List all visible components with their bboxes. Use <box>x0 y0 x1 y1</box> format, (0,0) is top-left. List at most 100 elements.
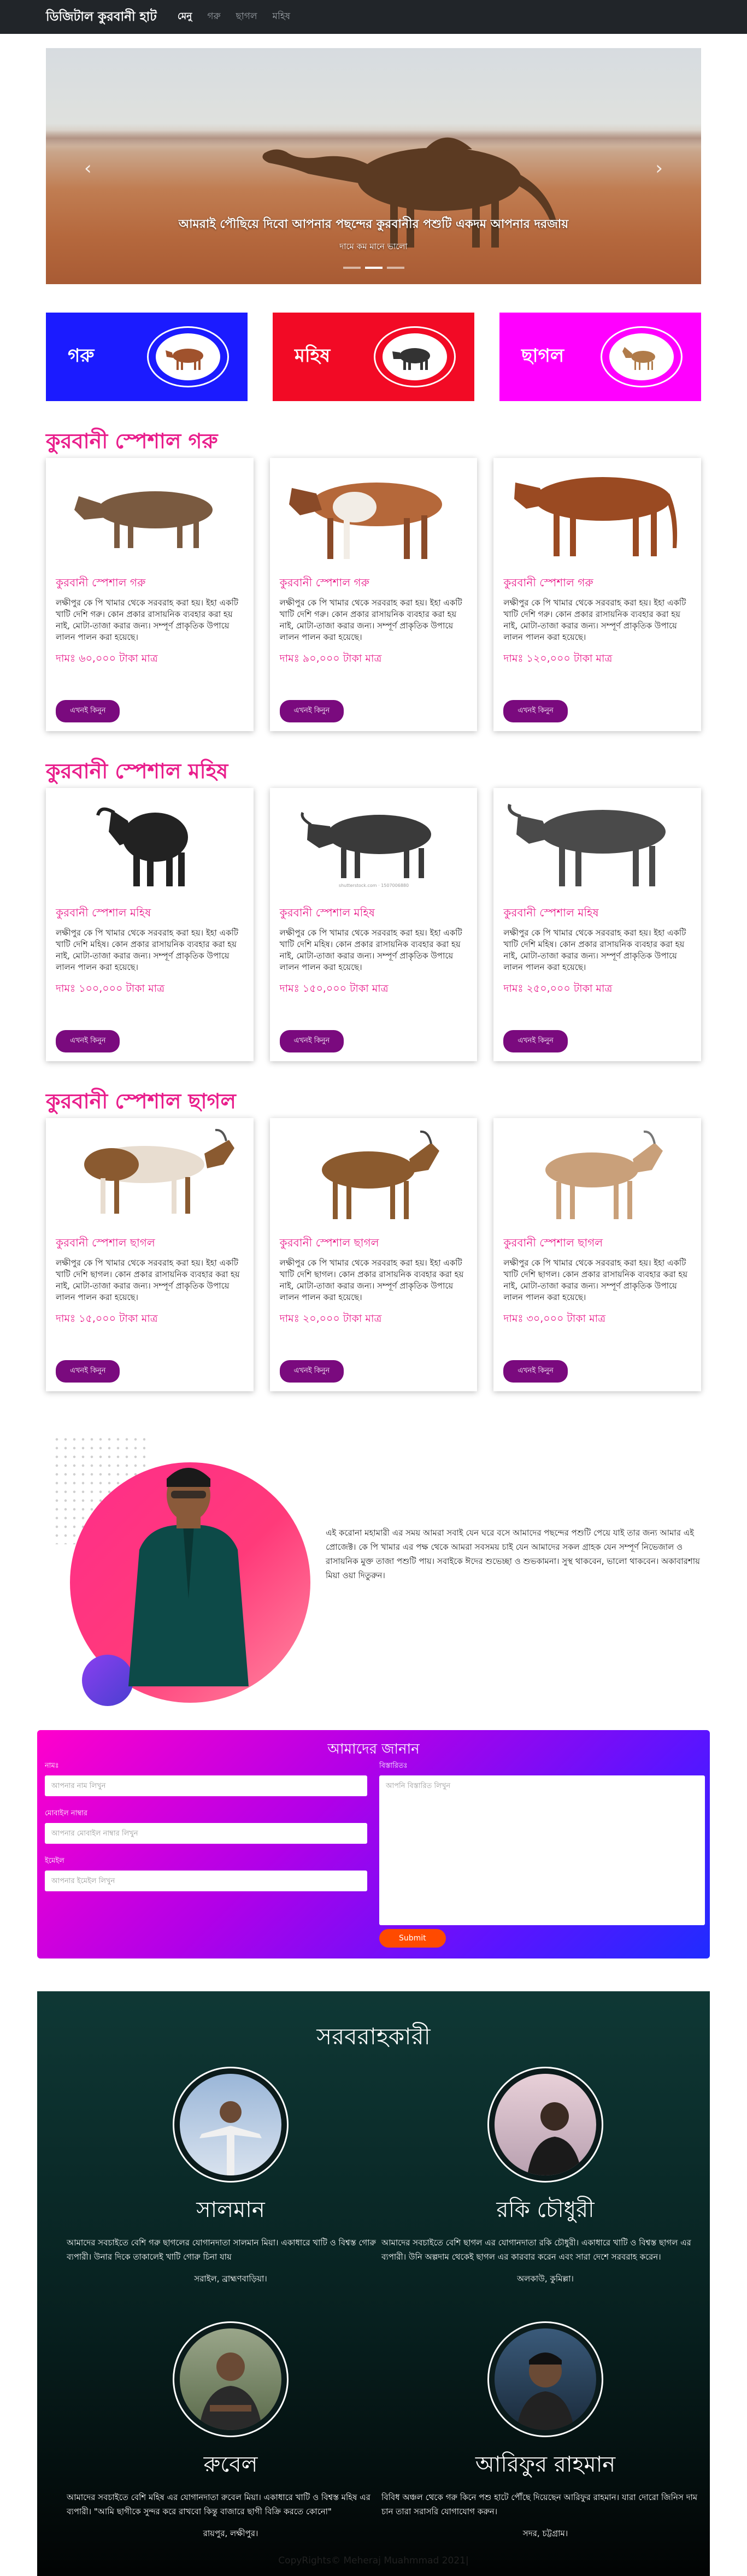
phone-input[interactable]: আপনার মোবাইল নাম্বার লিখুন <box>45 1823 367 1844</box>
buy-now-button[interactable]: এখনই কিনুন <box>279 700 344 722</box>
product-card: কুরবানী স্পেশাল গরু লক্ষীপুর কে পি খামার… <box>493 458 702 731</box>
product-image <box>46 788 254 897</box>
buy-now-button[interactable]: এখনই কিনুন <box>56 1030 120 1052</box>
supplier-name: সালমান <box>196 2197 265 2222</box>
product-image <box>270 458 478 567</box>
buy-now-button[interactable]: এখনই কিনুন <box>503 1030 568 1052</box>
supplier-card: আরিফুর রাহমান বিবিধ অঞ্চল থেকে গরু কিনে … <box>381 2321 709 2541</box>
category-label: মহিষ <box>295 344 331 367</box>
buffalo-icon <box>392 348 430 370</box>
product-description: লক্ষীপুর কে পি খামার থেকে সরবরাহ করা হয়… <box>503 1258 688 1302</box>
product-image <box>46 1118 254 1227</box>
email-input[interactable]: আপনার ইমেইল লিখুন <box>45 1871 367 1891</box>
product-name: কুরবানী স্পেশাল মহিষ <box>56 906 151 919</box>
category-card-goat[interactable]: ছাগল <box>499 313 701 401</box>
product-name: কুরবানী স্পেশাল মহিষ <box>279 906 375 919</box>
svg-text:shutterstock.com · 1507006880: shutterstock.com · 1507006880 <box>338 883 408 888</box>
navbar: ডিজিটাল কুরবানী হাট মেনু গরু ছাগল মহিষ <box>0 0 747 34</box>
product-image: shutterstock.com · 1507006880 <box>270 788 478 897</box>
nav-link-cow[interactable]: গরু <box>207 9 220 25</box>
nav-link-goat[interactable]: ছাগল <box>236 9 257 25</box>
product-card: কুরবানী স্পেশাল ছাগল লক্ষীপুর কে পি খামা… <box>269 1118 478 1391</box>
category-icon-ring <box>374 326 456 387</box>
nav-link-buffalo[interactable]: মহিষ <box>273 9 291 25</box>
product-card: কুরবানী স্পেশাল গরু লক্ষীপুর কে পি খামার… <box>269 458 478 731</box>
brand-logo[interactable]: ডিজিটাল কুরবানী হাট <box>46 7 157 28</box>
supplier-card: সালমান আমাদের সবচাইতে বেশি গরু ছাগলের যো… <box>67 2067 395 2286</box>
carousel-next-icon[interactable]: › <box>655 157 663 179</box>
product-description: লক্ষীপুর কে পি খামার থেকে সরবরাহ করা হয়… <box>279 928 462 972</box>
email-label: ইমেইল <box>45 1857 64 1865</box>
carousel-indicator-active[interactable] <box>364 267 383 269</box>
product-image <box>493 788 701 897</box>
product-description: লক্ষীপুর কে পি খামার থেকে সরবরাহ করা হয়… <box>279 598 462 642</box>
category-label: গরু <box>68 344 95 367</box>
supplier-location: সদর, চট্টগ্রাম। <box>522 2528 568 2538</box>
section-cows: কুরবানী স্পেশাল গরু কুরবানী স্পেশাল গরু … <box>46 401 702 731</box>
phone-label: মোবাইল নাম্বার <box>45 1809 87 1818</box>
product-description: লক্ষীপুর কে পি খামার থেকে সরবরাহ করা হয়… <box>503 598 686 642</box>
category-icon-ring <box>601 326 683 387</box>
product-name: কুরবানী স্পেশাল গরু <box>503 576 593 589</box>
buy-now-button[interactable]: এখনই কিনুন <box>503 1360 568 1383</box>
product-name: কুরবানী স্পেশাল গরু <box>56 576 146 589</box>
supplier-avatar <box>487 2321 603 2437</box>
product-description: লক্ষীপুর কে পি খামার থেকে সরবরাহ করা হয়… <box>56 1258 240 1302</box>
product-price: দামঃ ১৫,০০০ টাকা মাত্র <box>56 1313 158 1325</box>
goat-icon <box>622 347 655 370</box>
product-price: দামঃ ৩০,০০০ টাকা মাত্র <box>503 1313 606 1325</box>
product-price: দামঃ ২০,০০০ টাকা মাত্র <box>279 1313 382 1325</box>
product-price: দামঃ ১০০,০০০ টাকা মাত্র <box>56 983 165 995</box>
buy-now-button[interactable]: এখনই কিনুন <box>279 1360 344 1383</box>
product-name: কুরবানী স্পেশাল ছাগল <box>56 1236 155 1249</box>
product-card: কুরবানী স্পেশাল ছাগল লক্ষীপুর কে পি খামা… <box>46 1118 254 1391</box>
owner-photo <box>128 1468 249 1686</box>
cow-icon <box>166 349 203 370</box>
buy-now-button[interactable]: এখনই কিনুন <box>56 1360 120 1383</box>
name-input[interactable]: আপনার নাম লিখুন <box>45 1775 367 1796</box>
carousel-indicator[interactable] <box>386 267 404 269</box>
supplier-name: আরিফুর রাহমান <box>475 2452 616 2477</box>
contact-form-left: নামঃ আপনার নাম লিখুন মোবাইল নাম্বার আপনা… <box>45 1756 367 1891</box>
supplier-description: বিবিধ অঞ্চল থেকে গরু কিনে পশু হাটে পৌঁছে… <box>381 2492 698 2516</box>
carousel-indicators <box>46 267 701 269</box>
message-label: বিস্তারিতঃ <box>379 1762 408 1770</box>
supplier-avatar <box>173 2321 289 2437</box>
product-price: দামঃ ৯০,০০০ টাকা মাত্র <box>279 652 382 664</box>
category-card-buffalo[interactable]: মহিষ <box>273 313 474 401</box>
category-label: ছাগল <box>521 344 564 367</box>
carousel-subtitle: দামে কম মানে ভালো <box>339 242 408 251</box>
product-name: কুরবানী স্পেশাল গরু <box>279 576 370 589</box>
suppliers-title: সরবরাহকারী <box>316 2023 431 2050</box>
contact-form-right: বিস্তারিতঃ আপনি বিস্তারিত লিখুন <box>379 1756 705 1925</box>
carousel-indicator[interactable] <box>343 267 361 269</box>
product-card: কুরবানী স্পেশাল মহিষ লক্ষীপুর কে পি খামা… <box>493 788 702 1061</box>
product-price: দামঃ ৬০,০০০ টাকা মাত্র <box>56 652 158 664</box>
buy-now-button[interactable]: এখনই কিনুন <box>279 1030 344 1052</box>
supplier-location: রায়পুর, লক্ষীপুর। <box>203 2528 258 2538</box>
supplier-description: আমাদের সবচাইতে বেশি গরু ছাগলের যোগানদাতা… <box>67 2238 377 2262</box>
product-description: লক্ষীপুর কে পি খামার থেকে সরবরাহ করা হয়… <box>56 598 239 642</box>
product-card: কুরবানী স্পেশাল গরু লক্ষীপুর কে পি খামার… <box>46 458 254 731</box>
supplier-description: আমাদের সবচাইতে বেশি ছাগল এর যোগানদাতা রক… <box>381 2238 691 2262</box>
product-card: কুরবানী স্পেশাল ছাগল লক্ষীপুর কে পি খামা… <box>493 1118 702 1391</box>
message-textarea[interactable]: আপনি বিস্তারিত লিখুন <box>379 1775 705 1925</box>
nav-link-menu[interactable]: মেনু <box>178 9 192 25</box>
hero-carousel: ‹ › আমরাই পৌছিয়ে দিবো আপনার পছন্দের কুর… <box>46 48 701 284</box>
category-cards: গরু মহিষ ছাগল <box>46 313 701 401</box>
product-price: দামঃ ২৫০,০০০ টাকা মাত্র <box>503 983 613 995</box>
submit-button[interactable]: Submit <box>379 1929 446 1948</box>
supplier-name: রুবেল <box>203 2452 258 2477</box>
buy-now-button[interactable]: এখনই কিনুন <box>56 700 120 722</box>
category-icon-ring <box>147 326 229 387</box>
supplier-name: রকি চৌধুরী <box>496 2197 595 2222</box>
supplier-card: রকি চৌধুরী আমাদের সবচাইতে বেশি ছাগল এর য… <box>381 2067 709 2286</box>
category-card-cow[interactable]: গরু <box>46 313 248 401</box>
product-price: দামঃ ১২০,০০০ টাকা মাত্র <box>503 652 613 664</box>
carousel-caption: আমরাই পৌছিয়ে দিবো আপনার পছন্দের কুরবানী… <box>46 215 701 254</box>
product-description: লক্ষীপুর কে পি খামার থেকে সরবরাহ করা হয়… <box>503 928 686 972</box>
carousel-prev-icon[interactable]: ‹ <box>84 157 92 179</box>
product-name: কুরবানী স্পেশাল ছাগল <box>279 1236 379 1249</box>
footer-copyright: CopyRights© Meheraj Muahmmad 2021| <box>278 2555 469 2566</box>
buy-now-button[interactable]: এখনই কিনুন <box>503 700 568 722</box>
